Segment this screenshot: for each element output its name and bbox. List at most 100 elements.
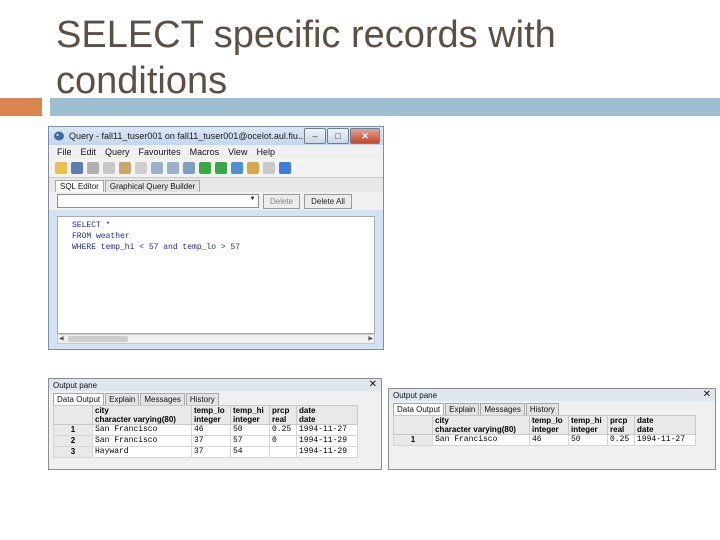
- cell-temp-lo[interactable]: 46: [529, 434, 569, 446]
- menu-bar: File Edit Query Favourites Macros View H…: [49, 145, 383, 159]
- column-header-date[interactable]: date date: [634, 415, 696, 435]
- row-number: 1: [393, 434, 433, 446]
- menu-query[interactable]: Query: [105, 147, 130, 157]
- menu-favourites[interactable]: Favourites: [139, 147, 181, 157]
- maximize-button[interactable]: □: [327, 128, 349, 144]
- tab-explain[interactable]: Explain: [445, 403, 480, 415]
- close-icon[interactable]: ✕: [703, 389, 711, 401]
- undo-icon[interactable]: [151, 162, 163, 174]
- minimize-button[interactable]: –: [304, 128, 326, 144]
- cell-date[interactable]: 1994-11-27: [634, 434, 696, 446]
- data-grid: city character varying(80) temp_lo integer…: [393, 415, 696, 446]
- sql-editor[interactable]: SELECT * FROM weather WHERE temp_hi < 57…: [57, 216, 375, 334]
- output-pane-title: Output pane: [53, 380, 98, 390]
- cell-prcp[interactable]: 0.25: [607, 434, 635, 446]
- window-titlebar[interactable]: Query - fall11_tuser001 on fall11_tuser0…: [49, 127, 383, 145]
- column-header-prcp[interactable]: prcp real: [269, 405, 297, 425]
- execute-to-file-icon[interactable]: [231, 162, 243, 174]
- find-icon[interactable]: [183, 162, 195, 174]
- row-number-header: [53, 405, 93, 425]
- column-header-prcp[interactable]: prcp real: [607, 415, 635, 435]
- cut-icon[interactable]: [87, 162, 99, 174]
- column-header-date[interactable]: date date: [296, 405, 358, 425]
- cell-city[interactable]: San Francisco: [432, 434, 530, 446]
- editor-tabs: SQL Editor Graphical Query Builder: [49, 178, 383, 192]
- cell-date[interactable]: 1994-11-27: [296, 424, 358, 436]
- tab-explain[interactable]: Explain: [105, 393, 140, 405]
- output-tabs: Data Output Explain Messages History: [389, 401, 715, 415]
- query-tool-window: Query - fall11_tuser001 on fall11_tuser0…: [48, 126, 384, 350]
- row-number-header: [393, 415, 433, 435]
- scrollbar-thumb[interactable]: [68, 336, 128, 342]
- tab-messages[interactable]: Messages: [480, 403, 525, 415]
- cell-temp-lo[interactable]: 46: [191, 424, 231, 436]
- clear-icon[interactable]: [135, 162, 147, 174]
- cell-city[interactable]: Hayward: [92, 446, 192, 458]
- cell-temp-lo[interactable]: 37: [191, 446, 231, 458]
- delete-button[interactable]: Delete: [263, 193, 301, 209]
- sql-line: FROM weather: [72, 232, 130, 241]
- menu-macros[interactable]: Macros: [190, 147, 220, 157]
- output-pane-header: Output pane ✕: [389, 389, 715, 401]
- cell-city[interactable]: San Francisco: [92, 424, 192, 436]
- output-pane-title: Output pane: [393, 390, 438, 400]
- save-icon[interactable]: [71, 162, 83, 174]
- column-header-temp-lo[interactable]: temp_lo integer: [191, 405, 231, 425]
- copy-icon[interactable]: [103, 162, 115, 174]
- cell-prcp[interactable]: [269, 446, 297, 458]
- column-header-temp-hi[interactable]: temp_hi integer: [230, 405, 270, 425]
- column-header-temp-lo[interactable]: temp_lo integer: [529, 415, 569, 435]
- elephant-app-icon: [54, 131, 64, 141]
- cell-date[interactable]: 1994-11-29: [296, 446, 358, 458]
- row-number: 3: [53, 446, 93, 458]
- cell-temp-hi[interactable]: 54: [230, 446, 270, 458]
- table-row[interactable]: 3 Hayward 37 54 1994-11-29: [53, 446, 358, 458]
- table-row[interactable]: 1 San Francisco 46 50 0.25 1994-11-27: [53, 424, 358, 436]
- tab-graphical-query-builder[interactable]: Graphical Query Builder: [104, 180, 201, 192]
- cell-temp-lo[interactable]: 37: [191, 435, 231, 447]
- tab-sql-editor[interactable]: SQL Editor: [55, 180, 104, 192]
- cell-date[interactable]: 1994-11-29: [296, 435, 358, 447]
- menu-help[interactable]: Help: [256, 147, 275, 157]
- scroll-left-icon[interactable]: ◀: [59, 335, 64, 342]
- horizontal-scrollbar[interactable]: ◀ ▶: [57, 334, 375, 344]
- tab-data-output[interactable]: Data Output: [393, 403, 445, 415]
- column-header-city[interactable]: city character varying(80): [432, 415, 530, 435]
- accent-bar-orange: [0, 98, 42, 116]
- table-row[interactable]: 1 San Francisco 46 50 0.25 1994-11-27: [393, 434, 696, 446]
- column-header-temp-hi[interactable]: temp_hi integer: [568, 415, 608, 435]
- tab-history[interactable]: History: [525, 403, 559, 415]
- close-icon[interactable]: ✕: [369, 379, 377, 391]
- output-pane-header: Output pane ✕: [49, 379, 381, 391]
- delete-all-button[interactable]: Delete All: [304, 193, 352, 209]
- cell-prcp[interactable]: 0.25: [269, 424, 297, 436]
- menu-view[interactable]: View: [228, 147, 247, 157]
- table-row[interactable]: 2 San Francisco 37 57 0 1994-11-29: [53, 435, 358, 447]
- tab-history[interactable]: History: [185, 393, 219, 405]
- tab-messages[interactable]: Messages: [140, 393, 185, 405]
- menu-edit[interactable]: Edit: [81, 147, 97, 157]
- column-header-city[interactable]: city character varying(80): [92, 405, 192, 425]
- execute-pgscript-icon[interactable]: [215, 162, 227, 174]
- output-tabs: Data Output Explain Messages History: [49, 391, 381, 405]
- cell-temp-hi[interactable]: 50: [230, 424, 270, 436]
- execute-icon[interactable]: [199, 162, 211, 174]
- scroll-right-icon[interactable]: ▶: [368, 335, 373, 342]
- query-history-combo[interactable]: ▼: [57, 194, 259, 208]
- slide-title: SELECT specific records with conditions: [56, 14, 556, 102]
- cell-prcp[interactable]: 0: [269, 435, 297, 447]
- explain-icon[interactable]: [247, 162, 259, 174]
- close-button[interactable]: ✕: [350, 128, 380, 144]
- cell-temp-hi[interactable]: 50: [568, 434, 608, 446]
- output-pane-left: Output pane ✕ Data Output Explain Messag…: [48, 378, 382, 470]
- redo-icon[interactable]: [167, 162, 179, 174]
- cell-temp-hi[interactable]: 57: [230, 435, 270, 447]
- tab-data-output[interactable]: Data Output: [53, 393, 105, 405]
- cell-city[interactable]: San Francisco: [92, 435, 192, 447]
- row-number: 2: [53, 435, 93, 447]
- cancel-query-icon[interactable]: [263, 162, 275, 174]
- paste-icon[interactable]: [119, 162, 131, 174]
- help-icon[interactable]: [279, 162, 291, 174]
- open-icon[interactable]: [55, 162, 67, 174]
- menu-file[interactable]: File: [57, 147, 72, 157]
